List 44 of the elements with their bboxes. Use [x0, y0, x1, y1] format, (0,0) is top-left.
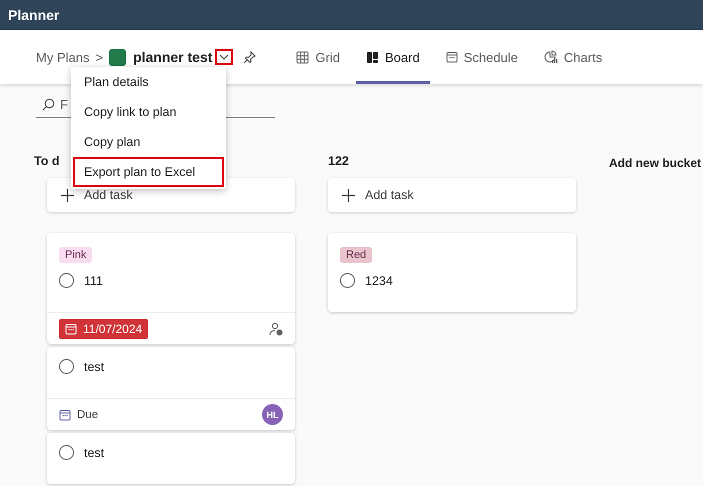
- view-tab[interactable]: Board: [356, 30, 430, 84]
- add-task-button[interactable]: Add task: [328, 178, 576, 212]
- calendar-icon: [65, 322, 77, 334]
- pin-icon[interactable]: [243, 50, 256, 64]
- plan-menu-button[interactable]: [215, 49, 234, 65]
- due-date-badge[interactable]: 11/07/2024: [59, 318, 148, 338]
- grid-icon: [296, 50, 310, 64]
- task-title: test: [84, 360, 104, 374]
- chart-icon: [544, 50, 558, 64]
- menu-item[interactable]: Export plan to Excel: [73, 157, 224, 187]
- task-card[interactable]: Red 1234: [328, 233, 576, 312]
- search-icon: [42, 98, 55, 111]
- bucket-title: 122: [328, 154, 349, 170]
- app-title: Planner: [0, 0, 703, 30]
- bucket-title: To d: [34, 154, 60, 170]
- task-title: 111: [84, 274, 104, 288]
- task-label: Red: [340, 247, 372, 263]
- complete-checkbox[interactable]: [59, 445, 74, 460]
- task-card[interactable]: test: [47, 433, 295, 484]
- task-title: 1234: [365, 274, 393, 288]
- view-tab[interactable]: Charts: [534, 30, 612, 84]
- breadcrumb-link[interactable]: My Plans: [36, 50, 90, 64]
- assign-person-icon[interactable]: [269, 322, 283, 336]
- complete-checkbox[interactable]: [59, 273, 74, 288]
- board-icon: [366, 50, 379, 64]
- task-card[interactable]: test Due HL: [47, 347, 295, 430]
- complete-checkbox[interactable]: [59, 359, 74, 374]
- task-title: test: [84, 446, 104, 460]
- complete-checkbox[interactable]: [340, 273, 355, 288]
- calendar-icon: [59, 408, 71, 420]
- plus-icon: [342, 188, 355, 202]
- add-bucket-button[interactable]: Add new bucket: [609, 154, 702, 172]
- task-card[interactable]: Pink 111 11/07/2024: [47, 233, 295, 344]
- view-tab[interactable]: Grid: [286, 30, 350, 84]
- plan-name: planner test: [133, 49, 212, 65]
- plan-icon: [109, 48, 126, 66]
- due-date[interactable]: Due: [77, 408, 98, 420]
- breadcrumb-separator: >: [95, 50, 104, 64]
- user-avatar[interactable]: HL: [262, 404, 283, 425]
- plus-icon: [61, 188, 74, 202]
- calendar-icon: [446, 51, 458, 63]
- chevron-icon: [219, 54, 230, 60]
- view-tab[interactable]: Schedule: [436, 30, 528, 84]
- task-label: Pink: [59, 247, 92, 263]
